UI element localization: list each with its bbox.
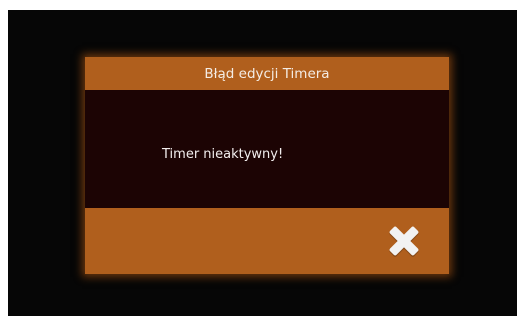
- screen: Błąd edycji Timera Timer nieaktywny!: [8, 10, 517, 316]
- close-icon: [389, 226, 419, 257]
- dialog-footer: [85, 208, 449, 274]
- dialog-header: Błąd edycji Timera: [85, 57, 449, 90]
- error-dialog: Błąd edycji Timera Timer nieaktywny!: [85, 57, 449, 274]
- dialog-body: Timer nieaktywny!: [85, 90, 449, 208]
- dialog-message: Timer nieaktywny!: [162, 147, 284, 162]
- dialog-title: Błąd edycji Timera: [204, 65, 330, 82]
- close-button[interactable]: [387, 224, 421, 258]
